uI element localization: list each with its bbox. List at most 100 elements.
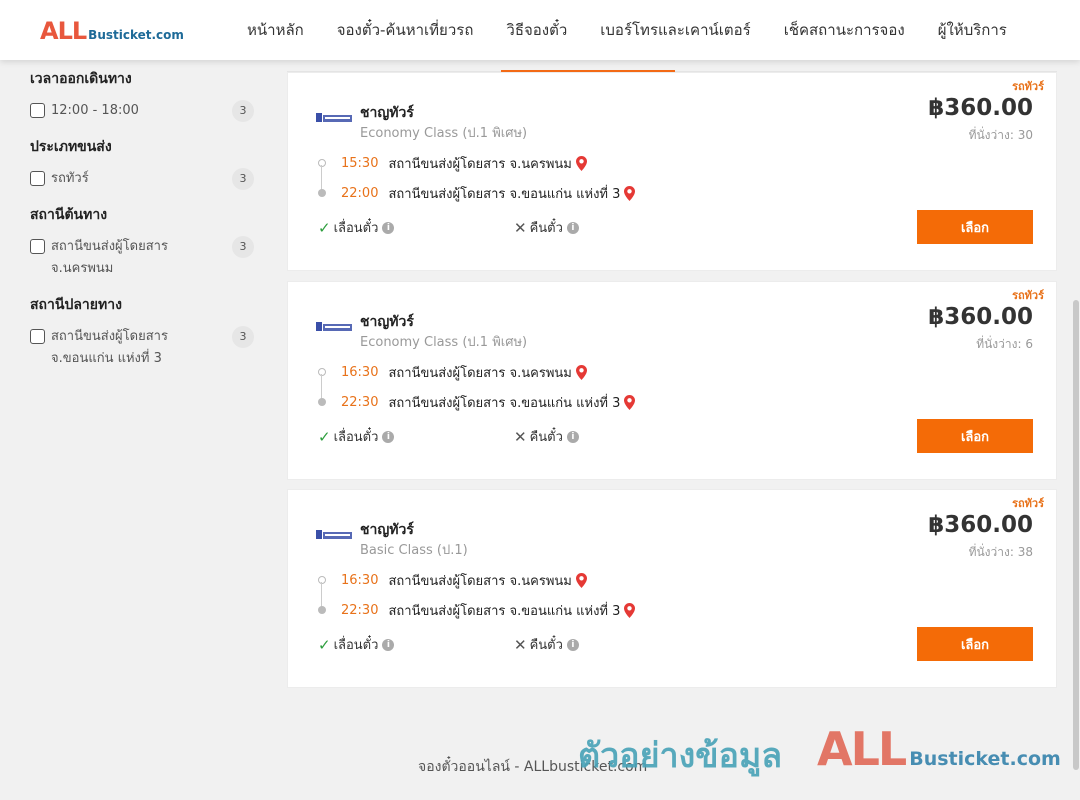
timeline-end-dot [318,606,326,614]
ticket-price: ฿360.00 [928,304,1033,330]
operator-name: ชาญทัวร์ [360,314,414,330]
info-icon[interactable]: i [566,430,579,443]
filter-option[interactable]: สถานีขนส่งผู้โดยสาร จ.นครพนม 3 [30,236,258,280]
nav-item-home[interactable]: หน้าหลัก [247,18,304,42]
seats-available: ที่นั่งว่าง: 6 [976,337,1033,351]
timeline-start-dot [318,368,326,376]
filter-title: ประเภทขนส่ง [30,139,112,155]
results-tab-bar [287,60,1057,72]
map-pin-icon[interactable] [575,573,587,588]
map-pin-icon[interactable] [624,395,636,410]
timeline-line [321,165,322,191]
seats-available: ที่นั่งว่าง: 38 [968,545,1033,559]
filter-sidebar: เวลาออกเดินทาง 12:00 - 18:00 3 ประเภทขนส… [30,68,258,384]
scrollbar-thumb[interactable] [1073,300,1079,770]
nav-item-check-status[interactable]: เช็คสถานะการจอง [784,18,905,42]
watermark-logo: ALL Busticket.com [817,722,1061,776]
filter-checkbox[interactable] [30,329,45,344]
timeline-start-dot [318,159,326,167]
filter-option[interactable]: รถทัวร์ 3 [30,168,258,190]
filter-count-badge: 3 [232,168,254,190]
arrival-station: สถานีขนส่งผู้โดยสาร จ.ขอนแก่น แห่งที่ 3 [388,187,621,202]
filter-option-label: สถานีขนส่งผู้โดยสาร จ.ขอนแก่น แห่งที่ 3 [51,329,168,366]
info-icon[interactable]: i [566,638,579,651]
vehicle-type-tag: รถทัวร์ [1012,289,1044,302]
filter-option[interactable]: 12:00 - 18:00 3 [30,100,258,122]
seats-available: ที่นั่งว่าง: 30 [968,128,1033,142]
operator-logo-icon [316,322,352,331]
refund-label: คืนตั๋ว [529,430,563,445]
operator-logo-icon [316,113,352,122]
check-icon: ✓ [318,635,331,654]
timeline-line [321,374,322,400]
cross-icon: ✕ [514,218,527,237]
logo-main-text: ALL [40,17,87,45]
departure-time: 15:30 [341,156,379,171]
ticket-price: ฿360.00 [928,512,1033,538]
departure-station: สถานีขนส่งผู้โดยสาร จ.นครพนม [388,574,572,589]
timeline-end-dot [318,189,326,197]
bus-class: Economy Class (ป.1 พิเศษ) [360,335,528,350]
filter-title: เวลาออกเดินทาง [30,71,132,87]
scrollbar-track[interactable] [1072,0,1080,800]
watermark-logo-rest: Busticket.com [909,748,1061,770]
filter-group-destination-station: สถานีปลายทาง สถานีขนส่งผู้โดยสาร จ.ขอนแก… [30,294,258,370]
reschedule-policy: ✓ เลื่อนตั๋ว i [318,426,395,447]
site-logo[interactable]: ALL Busticket.com [40,17,184,45]
info-icon[interactable]: i [382,221,395,234]
vehicle-type-tag: รถทัวร์ [1012,80,1044,93]
filter-option-label: รถทัวร์ [51,171,89,186]
trip-card: รถทัวร์ ชาญทัวร์ Economy Class (ป.1 พิเศ… [287,281,1057,480]
select-trip-button[interactable]: เลือก [917,419,1033,453]
nav-item-how-to-book[interactable]: วิธีจองตั๋ว [506,18,567,42]
filter-checkbox[interactable] [30,171,45,186]
map-pin-icon[interactable] [575,365,587,380]
filter-title: สถานีปลายทาง [30,297,122,313]
refund-policy: ✕ คืนตั๋ว i [514,426,579,447]
map-pin-icon[interactable] [624,603,636,618]
map-pin-icon[interactable] [575,156,587,171]
filter-title: สถานีต้นทาง [30,207,108,223]
nav-item-book-search[interactable]: จองตั๋ว-ค้นหาเที่ยวรถ [337,18,474,42]
refund-label: คืนตั๋ว [529,221,563,236]
filter-count-badge: 3 [232,100,254,122]
logo-rest-text: Busticket.com [88,28,184,42]
departure-stop: 16:30 สถานีขนส่งผู้โดยสาร จ.นครพนม [341,362,587,383]
arrival-station: สถานีขนส่งผู้โดยสาร จ.ขอนแก่น แห่งที่ 3 [388,396,621,411]
arrival-time: 22:30 [341,395,379,410]
arrival-time: 22:30 [341,603,379,618]
arrival-time: 22:00 [341,186,379,201]
watermark-logo-main: ALL [817,722,907,776]
arrival-station: สถานีขนส่งผู้โดยสาร จ.ขอนแก่น แห่งที่ 3 [388,604,621,619]
refund-label: คืนตั๋ว [529,638,563,653]
filter-option[interactable]: สถานีขนส่งผู้โดยสาร จ.ขอนแก่น แห่งที่ 3 … [30,326,258,370]
filter-group-departure-time: เวลาออกเดินทาง 12:00 - 18:00 3 [30,68,258,122]
nav-item-operators[interactable]: ผู้ให้บริการ [938,18,1007,42]
trip-card: รถทัวร์ ชาญทัวร์ Basic Class (ป.1) ฿360.… [287,489,1057,688]
departure-station: สถานีขนส่งผู้โดยสาร จ.นครพนม [388,157,572,172]
select-trip-button[interactable]: เลือก [917,210,1033,244]
info-icon[interactable]: i [566,221,579,234]
operator-name: ชาญทัวร์ [360,522,414,538]
nav-item-phone-counter[interactable]: เบอร์โทรและเคาน์เตอร์ [600,18,750,42]
bus-class: Basic Class (ป.1) [360,543,468,558]
refund-policy: ✕ คืนตั๋ว i [514,634,579,655]
select-trip-button[interactable]: เลือก [917,627,1033,661]
reschedule-label: เลื่อนตั๋ว [333,221,379,236]
main-nav: หน้าหลัก จองตั๋ว-ค้นหาเที่ยวรถ วิธีจองตั… [247,0,1040,60]
info-icon[interactable]: i [382,638,395,651]
info-icon[interactable]: i [382,430,395,443]
site-header: ALL Busticket.com หน้าหลัก จองตั๋ว-ค้นหา… [0,0,1080,60]
operator-logo-icon [316,530,352,539]
filter-checkbox[interactable] [30,103,45,118]
filter-group-transport-type: ประเภทขนส่ง รถทัวร์ 3 [30,136,258,190]
timeline-line [321,582,322,608]
check-icon: ✓ [318,427,331,446]
filter-option-label: สถานีขนส่งผู้โดยสาร จ.นครพนม [51,239,168,276]
timeline-start-dot [318,576,326,584]
map-pin-icon[interactable] [624,186,636,201]
departure-stop: 16:30 สถานีขนส่งผู้โดยสาร จ.นครพนม [341,570,587,591]
departure-time: 16:30 [341,573,379,588]
filter-checkbox[interactable] [30,239,45,254]
operator-name: ชาญทัวร์ [360,105,414,121]
